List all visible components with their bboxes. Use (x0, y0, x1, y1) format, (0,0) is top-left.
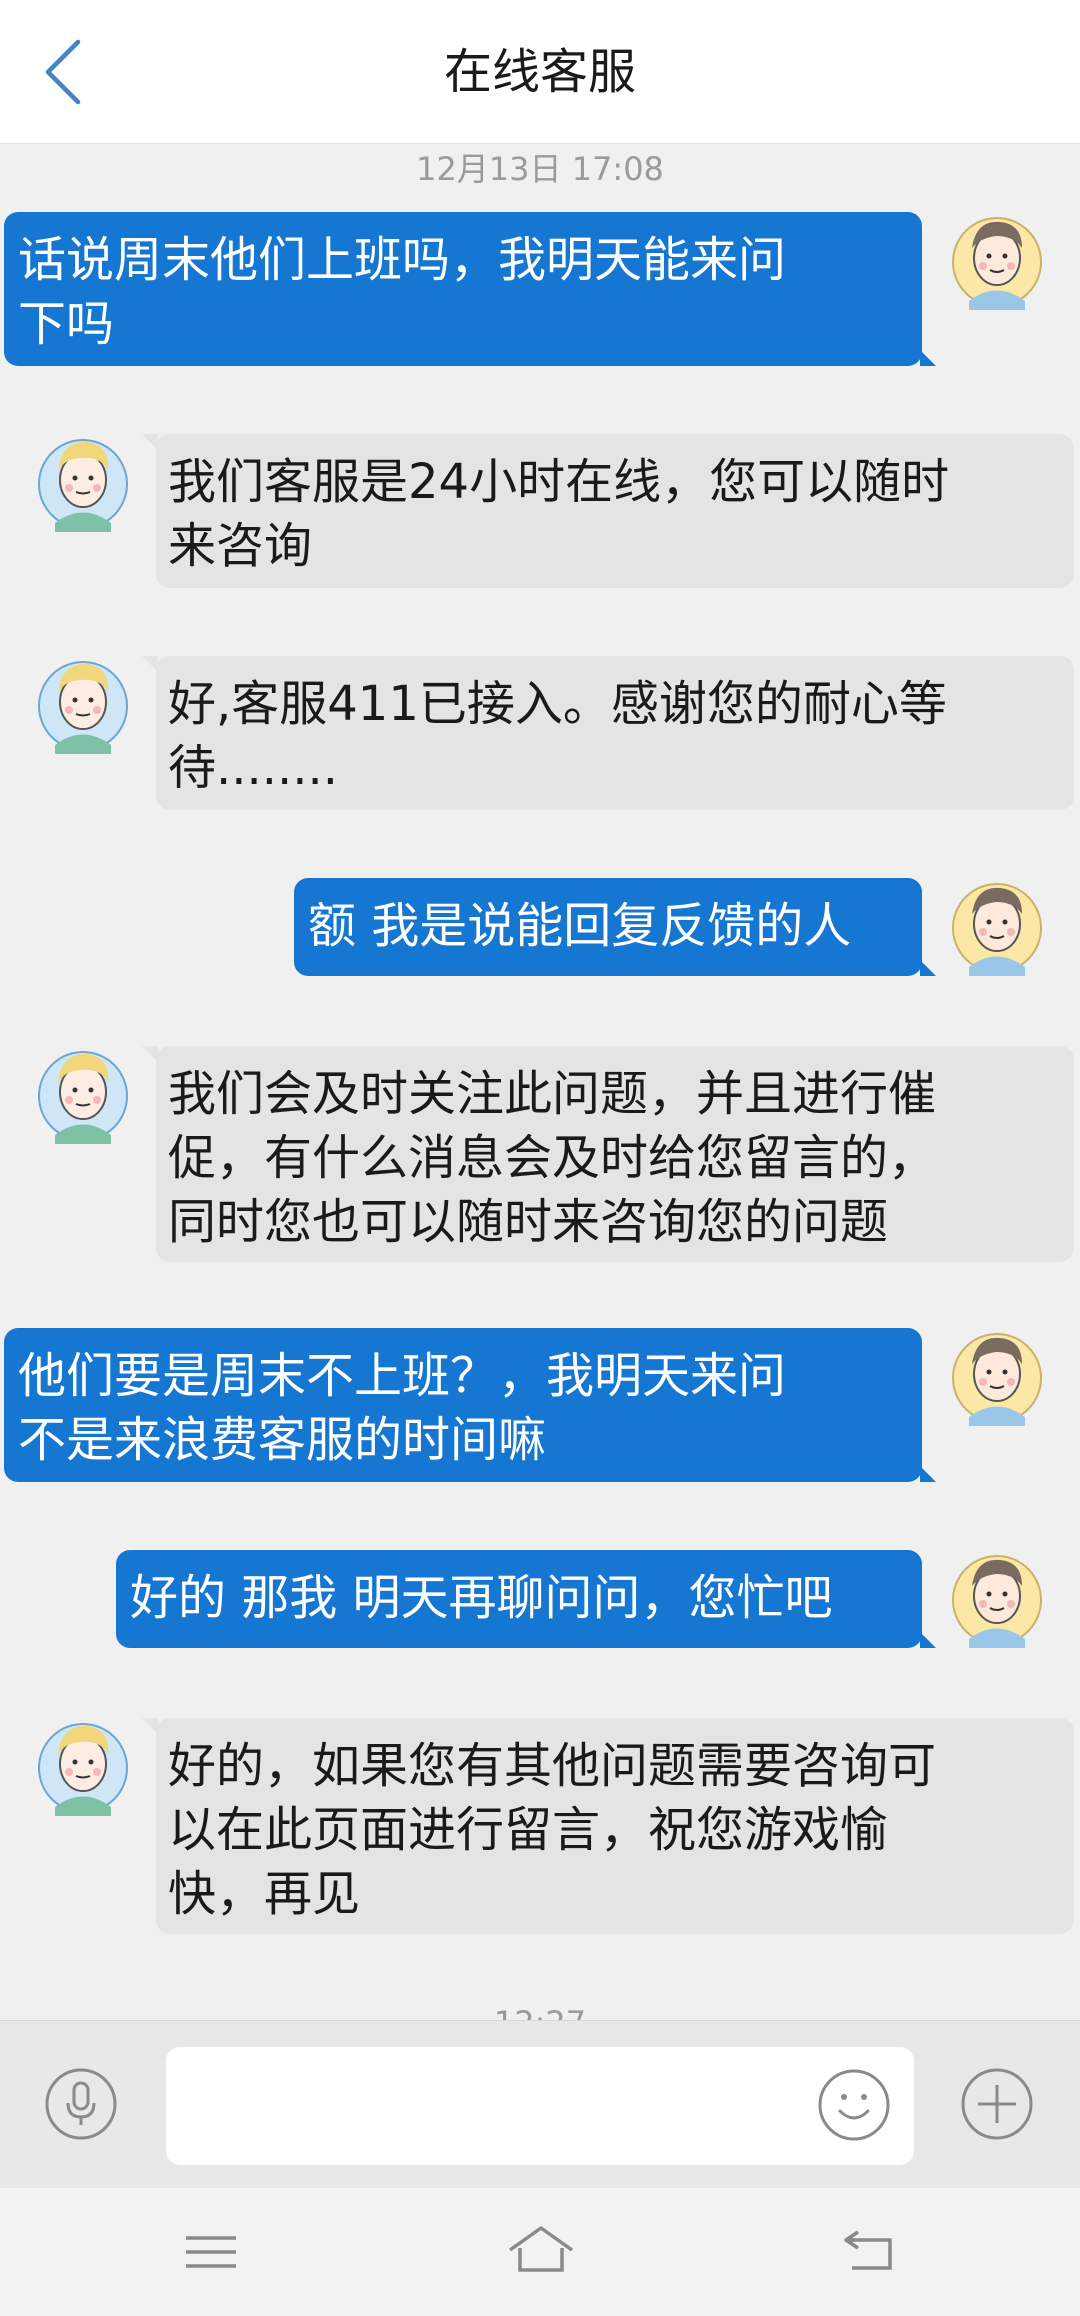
incoming-message[interactable]: 我们会及时关注此问题，并且进行催 促，有什么消息会及时给您留言的， 同时您也可以… (142, 1046, 1074, 1262)
message-line: 话说周末他们上班吗，我明天能来问 (18, 232, 787, 288)
message-line: 快，再见 (168, 1866, 361, 1922)
message-line: 额 我是说能回复反馈的人 (308, 898, 852, 954)
menu-icon (186, 2236, 236, 2268)
incoming-message[interactable]: 好的，如果您有其他问题需要咨询可 以在此页面进行留言，祝您游戏愉 快，再见 (142, 1718, 1074, 1934)
incoming-message[interactable]: 我们客服是24小时在线，您可以随时 来咨询 (142, 434, 1074, 588)
message-line: 下吗 (18, 296, 115, 352)
outgoing-message[interactable]: 他们要是周末不上班？，我明天来问 不是来浪费客服的时间嘛 (4, 1328, 936, 1482)
incoming-message[interactable]: 好,客服411已接入。感谢您的耐心等 待........ (142, 656, 1074, 810)
message-line: 他们要是周末不上班？，我明天来问 (18, 1348, 787, 1404)
system-navbar (0, 2188, 1080, 2316)
user-avatar-icon (952, 217, 1042, 310)
more-button[interactable] (960, 2067, 1034, 2141)
timestamp: 12月13日 17:08 (416, 150, 664, 188)
message-line: 好的 那我 明天再聊问问，您忙吧 (130, 1570, 833, 1626)
user-avatar[interactable] (950, 206, 1044, 310)
message-line: 不是来浪费客服的时间嘛 (18, 1412, 547, 1468)
nav-menu-button[interactable] (180, 2228, 242, 2276)
home-icon (508, 2226, 574, 2272)
user-avatar[interactable] (950, 1544, 1044, 1648)
microphone-icon (45, 2068, 117, 2140)
outgoing-message[interactable]: 话说周末他们上班吗，我明天能来问 下吗 (4, 212, 936, 366)
user-avatar-icon (952, 1333, 1042, 1426)
outgoing-message[interactable]: 好的 那我 明天再聊问问，您忙吧 (116, 1550, 936, 1648)
agent-avatar-icon (38, 439, 128, 532)
back-icon (844, 2230, 892, 2270)
page-title: 在线客服 (443, 44, 636, 100)
nav-back-button[interactable] (838, 2224, 898, 2276)
user-avatar-icon (952, 1555, 1042, 1648)
nav-home-button[interactable] (506, 2222, 576, 2278)
emoji-button[interactable] (816, 2067, 892, 2143)
agent-avatar[interactable] (36, 1040, 130, 1144)
smiley-icon (818, 2069, 890, 2141)
agent-avatar[interactable] (36, 650, 130, 754)
chat-area[interactable]: 12月13日 17:08 话说周末他们上班吗，我明天能来问 下吗 我们客服是24… (0, 144, 1080, 2020)
message-line: 待........ (168, 740, 339, 796)
message-line: 好,客服411已接入。感谢您的耐心等 (168, 676, 947, 732)
voice-button[interactable] (44, 2067, 118, 2141)
message-line: 我们客服是24小时在线，您可以随时 (168, 454, 950, 510)
message-line: 来咨询 (168, 518, 313, 574)
agent-avatar-icon (38, 1051, 128, 1144)
header: 在线客服 (0, 0, 1080, 144)
message-line: 以在此页面进行留言，祝您游戏愉 (168, 1802, 889, 1858)
message-input[interactable] (166, 2047, 914, 2165)
message-line: 好的，如果您有其他问题需要咨询可 (168, 1738, 937, 1794)
message-line: 同时您也可以随时来咨询您的问题 (168, 1194, 889, 1250)
message-line: 促，有什么消息会及时给您留言的， (168, 1130, 937, 1186)
agent-avatar[interactable] (36, 428, 130, 532)
plus-icon (961, 2068, 1033, 2140)
agent-avatar-icon (38, 661, 128, 754)
user-avatar-icon (952, 883, 1042, 976)
agent-avatar[interactable] (36, 1712, 130, 1816)
message-line: 我们会及时关注此问题，并且进行催 (168, 1066, 937, 1122)
user-avatar[interactable] (950, 1322, 1044, 1426)
user-avatar[interactable] (950, 872, 1044, 976)
input-bar (0, 2020, 1080, 2188)
timestamp: 12:27 (0, 2004, 1080, 2020)
agent-avatar-icon (38, 1723, 128, 1816)
outgoing-message[interactable]: 额 我是说能回复反馈的人 (294, 878, 936, 976)
